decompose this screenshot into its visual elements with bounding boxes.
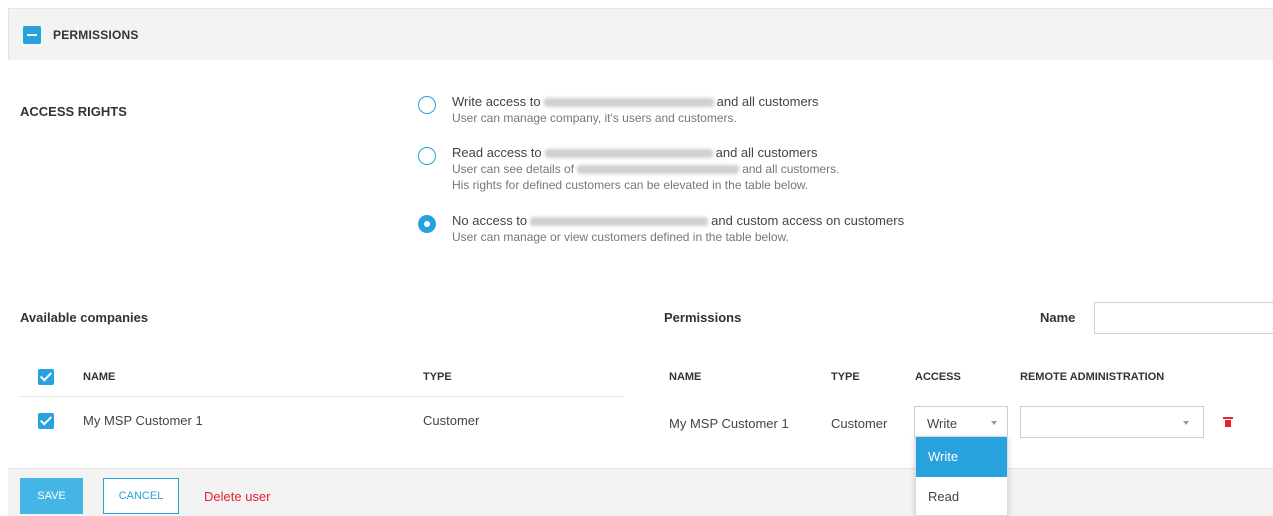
cancel-button[interactable]: CANCEL — [103, 478, 179, 514]
remote-administration-select[interactable] — [1020, 406, 1204, 438]
chevron-down-icon — [1183, 421, 1189, 425]
row-checkbox[interactable] — [38, 413, 54, 429]
option-write-suffix: and all customers — [716, 94, 819, 109]
option-none-suffix: and custom access on customers — [711, 213, 905, 228]
access-select-value: Write — [927, 416, 958, 431]
option-read-prefix: Read access to — [452, 145, 542, 160]
access-dropdown-menu: Write Read — [915, 436, 1008, 516]
redacted-company — [544, 149, 713, 159]
redacted-company — [543, 98, 714, 108]
trash-icon[interactable] — [1223, 417, 1233, 427]
access-select[interactable]: Write — [914, 406, 1008, 438]
option-read-suffix: and all customers — [715, 145, 818, 160]
available-col-name[interactable]: NAME — [83, 371, 115, 383]
permissions-col-access[interactable]: ACCESS — [915, 371, 961, 383]
option-read-desc-prefix: User can see details of — [452, 162, 575, 176]
delete-user-link[interactable]: Delete user — [204, 489, 270, 504]
permissions-col-type[interactable]: TYPE — [831, 371, 860, 383]
select-all-checkbox[interactable] — [38, 369, 54, 385]
radio-write[interactable] — [418, 96, 436, 114]
name-filter-label: Name — [1040, 310, 1076, 325]
permissions-panel-header: PERMISSIONS — [8, 8, 1273, 60]
option-write-prefix: Write access to — [452, 94, 541, 109]
access-rights-label: ACCESS RIGHTS — [20, 104, 127, 119]
chevron-down-icon — [991, 421, 997, 425]
permissions-col-remote[interactable]: REMOTE ADMINISTRATION — [1020, 371, 1164, 383]
permissions-row-name: My MSP Customer 1 — [669, 416, 789, 431]
radio-none[interactable] — [418, 215, 436, 233]
option-read-desc2: His rights for defined customers can be … — [452, 178, 809, 192]
panel-title: PERMISSIONS — [53, 28, 139, 42]
collapse-icon[interactable] — [23, 26, 41, 44]
row-divider — [20, 396, 624, 397]
redacted-company — [577, 165, 740, 175]
permissions-label: Permissions — [664, 310, 742, 325]
option-none-desc: User can manage or view customers define… — [452, 230, 789, 244]
save-button[interactable]: SAVE — [20, 478, 83, 514]
available-row-name: My MSP Customer 1 — [83, 413, 203, 428]
access-option-write[interactable]: Write — [916, 437, 1007, 477]
radio-read[interactable] — [418, 147, 436, 165]
permissions-row-type: Customer — [831, 416, 888, 431]
option-none-prefix: No access to — [452, 213, 528, 228]
redacted-company — [530, 217, 709, 227]
access-option-read[interactable]: Read — [916, 477, 1007, 516]
available-col-type[interactable]: TYPE — [423, 371, 452, 383]
footer-bar — [8, 468, 1273, 516]
available-companies-label: Available companies — [20, 310, 149, 325]
option-write-desc: User can manage company, it's users and … — [452, 111, 737, 125]
option-read-desc-suffix: and all customers. — [742, 162, 840, 176]
available-row-type: Customer — [423, 413, 480, 428]
name-filter-input[interactable] — [1094, 302, 1273, 334]
permissions-col-name[interactable]: NAME — [669, 371, 701, 383]
